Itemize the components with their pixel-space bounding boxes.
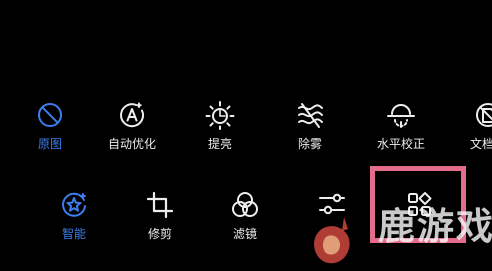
tool-label: 提亮	[207, 137, 232, 151]
tool-label: 文档去	[469, 137, 492, 151]
crop-icon	[145, 190, 175, 220]
watermark-text: 鹿游戏	[378, 204, 492, 248]
tool-label: 除雾	[297, 137, 322, 151]
tool-level[interactable]: 水平校正	[361, 100, 441, 151]
tool-label: 修剪	[147, 227, 172, 241]
tool-label: 滤镜	[232, 227, 257, 241]
tool-label: 自动优化	[107, 137, 156, 151]
tool-filter[interactable]: 滤镜	[205, 190, 285, 241]
tool-label: 原图	[37, 137, 62, 151]
tool-auto-optimize[interactable]: 自动优化	[92, 100, 172, 151]
filter-circles-icon	[230, 190, 260, 220]
tool-label: 水平校正	[376, 137, 425, 151]
document-correct-icon	[473, 100, 492, 130]
tool-label: 智能	[61, 227, 86, 241]
tool-original[interactable]: 原图	[10, 100, 90, 151]
tool-smart[interactable]: 智能	[34, 190, 114, 241]
tool-crop[interactable]: 修剪	[120, 190, 200, 241]
smart-star-icon	[59, 190, 89, 220]
tool-document[interactable]: 文档去	[448, 100, 492, 151]
prohibited-circle-icon	[35, 100, 65, 130]
horizon-level-icon	[386, 100, 416, 130]
sun-icon	[205, 100, 235, 130]
tool-brighten[interactable]: 提亮	[180, 100, 260, 151]
auto-a-circle-icon	[117, 100, 147, 130]
haze-icon	[295, 100, 325, 130]
tool-dehaze[interactable]: 除雾	[270, 100, 350, 151]
